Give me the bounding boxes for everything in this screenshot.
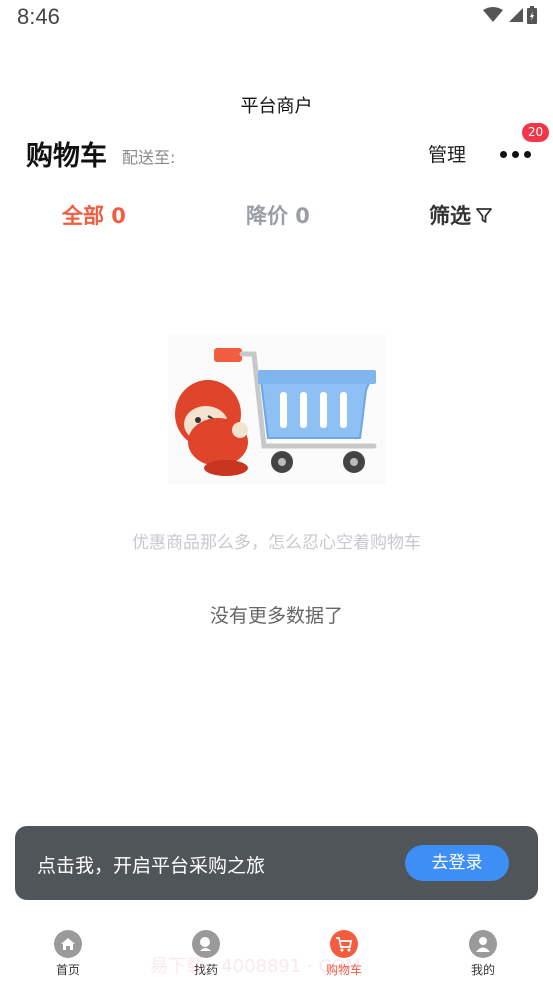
empty-cart-illustration — [168, 334, 386, 484]
message-count-badge: 20 — [522, 123, 549, 142]
manage-button[interactable]: 管理 — [428, 140, 466, 167]
status-bar: 8:46 — [0, 0, 553, 34]
tabbar-label-cart: 购物车 — [325, 963, 362, 977]
cart-header: 购物车 配送至: 管理 — [0, 134, 553, 174]
page-title: 平台商户 — [240, 96, 313, 117]
cart-tabs: 全部 0 降价 0 筛选 — [0, 200, 553, 234]
more-dots-icon-right — [524, 151, 531, 158]
status-time: 8:46 — [17, 4, 60, 29]
tabbar-item-home[interactable]: 首页 — [28, 930, 108, 978]
profile-icon — [469, 930, 497, 958]
tab-filter[interactable]: 筛选 — [429, 200, 493, 230]
empty-cart-tip: 优惠商品那么多，怎么忍心空着购物车 — [132, 533, 421, 553]
tabbar-item-find-medicine[interactable]: 找药 — [166, 930, 246, 978]
bottom-tabbar: 首页 找药 购物车 我的 — [0, 920, 553, 984]
find-medicine-icon — [192, 930, 220, 958]
filter-label: 筛选 — [429, 204, 471, 228]
deliver-to-label[interactable]: 配送至: — [122, 144, 175, 168]
no-more-data-label: 没有更多数据了 — [209, 605, 343, 627]
status-icons — [483, 6, 537, 24]
login-prompt-text: 点击我，开启平台采购之旅 — [37, 855, 266, 877]
tab-all[interactable]: 全部 0 — [62, 200, 126, 230]
cart-title: 购物车 — [26, 141, 107, 172]
more-menu-button[interactable] — [496, 138, 536, 168]
login-prompt-banner[interactable]: 点击我，开启平台采购之旅 去登录 — [15, 826, 538, 900]
tabbar-label-find-medicine: 找药 — [193, 963, 218, 977]
filter-icon — [476, 208, 492, 223]
tabbar-label-home: 首页 — [55, 963, 80, 977]
more-dots-icon-middle — [512, 151, 519, 158]
empty-cart-mascot-icon — [175, 348, 377, 476]
cart-icon — [330, 930, 358, 958]
signal-icon — [509, 8, 523, 22]
wifi-icon — [483, 7, 503, 22]
battery-icon — [527, 6, 537, 24]
tab-price-drop[interactable]: 降价 0 — [246, 200, 310, 230]
more-dots-icon — [500, 151, 507, 158]
tabbar-item-cart[interactable]: 购物车 — [304, 930, 384, 978]
tabbar-item-profile[interactable]: 我的 — [443, 930, 523, 978]
home-icon — [54, 930, 82, 958]
login-button[interactable]: 去登录 — [405, 845, 509, 881]
tabbar-label-profile: 我的 — [470, 963, 495, 977]
